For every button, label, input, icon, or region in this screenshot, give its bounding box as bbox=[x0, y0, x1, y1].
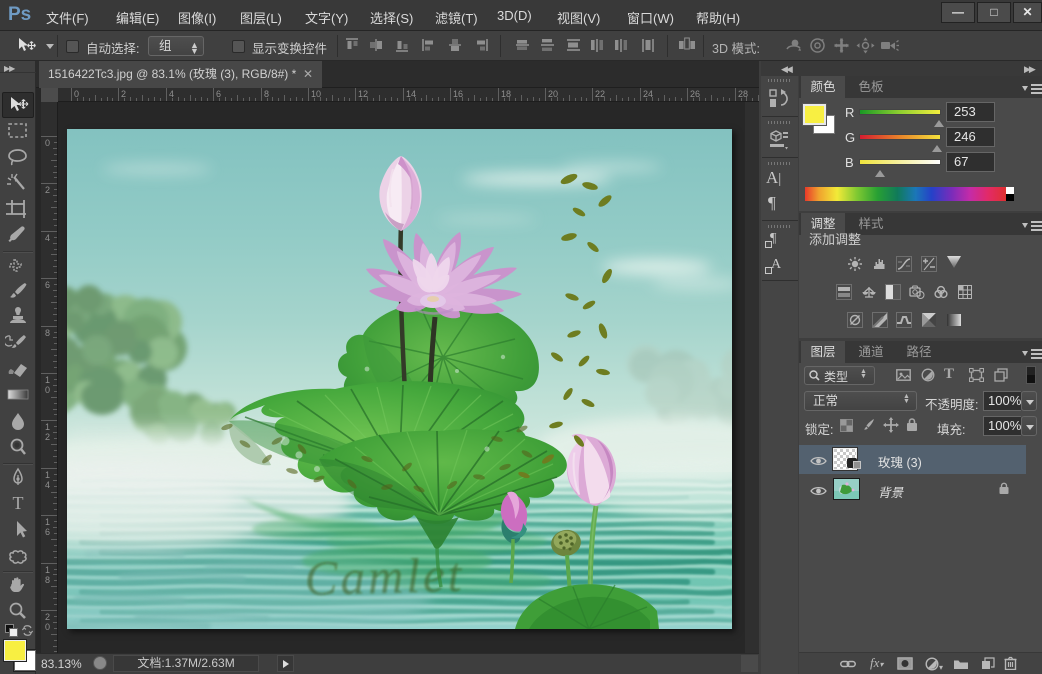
svg-text:T: T bbox=[13, 493, 24, 513]
